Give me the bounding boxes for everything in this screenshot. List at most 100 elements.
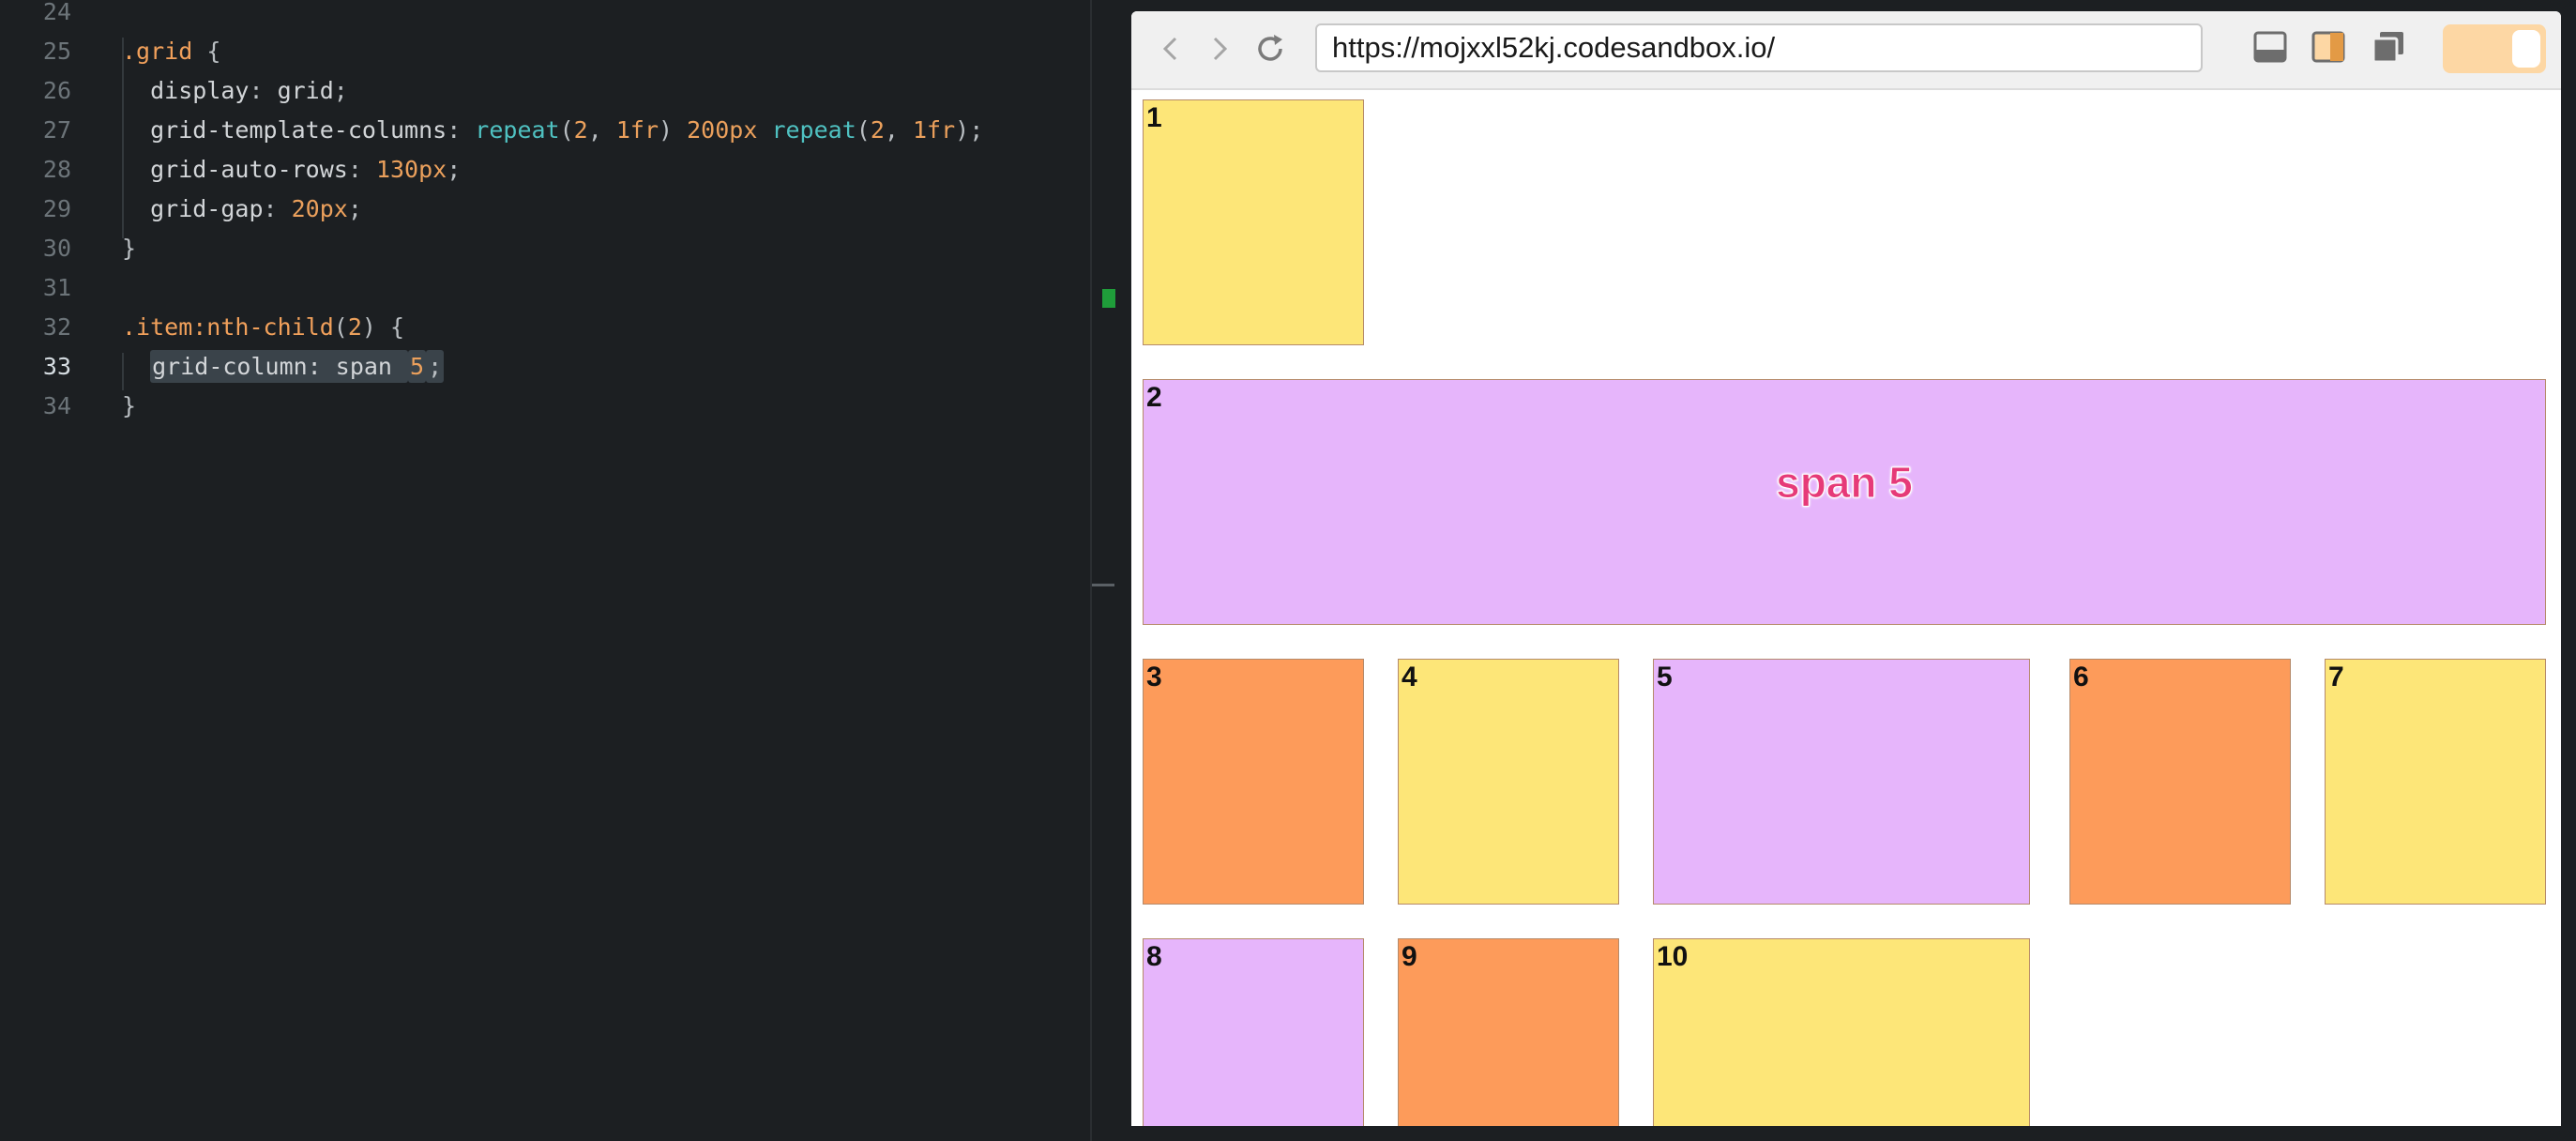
code-token: ( xyxy=(559,116,574,144)
code-token: ; xyxy=(347,195,362,222)
browser-preview: https://mojxxl52kj.codesandbox.io/ 1 2 spa… xyxy=(1131,11,2561,1126)
line-number: 30 xyxy=(42,235,71,262)
new-window-icon[interactable] xyxy=(2371,30,2405,64)
chevron-left-icon xyxy=(1162,37,1177,61)
code-line: 28 grid-auto-rows: 130px; xyxy=(0,150,1090,190)
grid-item-6: 6 xyxy=(2069,659,2291,905)
grid-item-number: 5 xyxy=(1657,662,1673,692)
grid-item-number: 1 xyxy=(1146,102,1162,133)
grid-item-number: 7 xyxy=(2328,662,2344,692)
code-token: 200px xyxy=(687,116,758,144)
toggle-knob xyxy=(2512,30,2540,68)
selected-token: grid-column: span xyxy=(150,350,409,383)
grid-item-number: 4 xyxy=(1402,662,1417,692)
code-text: } xyxy=(122,229,136,268)
grid-item-1: 1 xyxy=(1143,99,1364,345)
code-token: display xyxy=(122,77,250,104)
url-text: https://mojxxl52kj.codesandbox.io/ xyxy=(1332,31,1776,64)
code-token: 1fr xyxy=(615,116,659,144)
grid-item-8: 8 xyxy=(1143,938,1364,1126)
code-token: : xyxy=(249,77,278,104)
grid-item-number: 9 xyxy=(1402,941,1417,972)
preview-toggle[interactable] xyxy=(2443,24,2546,73)
code-text: display: grid; xyxy=(122,71,348,111)
code-token: 2 xyxy=(573,116,588,144)
chevron-right-icon xyxy=(1213,37,1228,61)
code-token: ); xyxy=(955,116,984,144)
code-token: } xyxy=(122,392,137,419)
line-number: 32 xyxy=(42,313,71,341)
code-token: : xyxy=(447,116,476,144)
grid-item-9: 9 xyxy=(1398,938,1619,1126)
code-token: 130px xyxy=(375,156,447,183)
line-number: 24 xyxy=(42,0,71,25)
code-token: 1fr xyxy=(912,116,956,144)
code-token: : xyxy=(347,156,376,183)
reload-icon xyxy=(1258,35,1282,61)
code-token: .grid xyxy=(122,38,193,65)
code-token: grid-template-columns xyxy=(122,116,447,144)
grid-item-5: 5 xyxy=(1653,659,2030,905)
change-marker xyxy=(1102,289,1115,308)
code-token: ) xyxy=(659,116,688,144)
code-token: grid xyxy=(277,77,334,104)
resize-handle[interactable] xyxy=(1092,584,1114,586)
grid-item-number: 10 xyxy=(1657,941,1689,972)
line-number: 26 xyxy=(42,77,71,104)
indent-guide xyxy=(122,353,124,390)
url-bar[interactable]: https://mojxxl52kj.codesandbox.io/ xyxy=(1315,23,2203,72)
code-token: { xyxy=(192,38,221,65)
code-line: 34} xyxy=(0,387,1090,426)
code-token: ( xyxy=(856,116,871,144)
code-token: ; xyxy=(447,156,462,183)
code-line: 29 grid-gap: 20px; xyxy=(0,190,1090,229)
code-token: : xyxy=(263,195,292,222)
grid-item-4: 4 xyxy=(1398,659,1619,905)
grid-item-2: 2 span 5 xyxy=(1143,379,2546,625)
line-number: 29 xyxy=(42,195,71,222)
grid-item-number: 2 xyxy=(1146,382,1162,413)
code-text: .grid { xyxy=(122,32,220,71)
code-line: 31 xyxy=(0,268,1090,308)
code-line: 33 grid-column: span 5; xyxy=(0,347,1090,387)
dock-bottom-icon[interactable] xyxy=(2253,30,2287,64)
code-token: grid-gap xyxy=(122,195,264,222)
line-number: 31 xyxy=(42,274,71,301)
code-line: 30} xyxy=(0,229,1090,268)
code-token: ( xyxy=(333,313,348,341)
grid-item-number: 6 xyxy=(2073,662,2089,692)
dock-side-icon[interactable] xyxy=(2311,30,2345,64)
back-button[interactable] xyxy=(1152,30,1190,68)
code-text: grid-gap: 20px; xyxy=(122,190,362,229)
code-text: } xyxy=(122,387,136,426)
code-editor[interactable]: 24 25 .grid {26 display: grid; 27 grid-temp… xyxy=(0,0,1090,1141)
code-token: repeat xyxy=(771,116,856,144)
indent-guide xyxy=(122,38,124,238)
code-token: 2 xyxy=(347,313,362,341)
code-line: 32 .item:nth-child(2) { xyxy=(0,308,1090,347)
line-number: 27 xyxy=(42,116,71,144)
grid-item-7: 7 xyxy=(2325,659,2546,905)
code-text: grid-column: span 5; xyxy=(122,347,445,387)
code-line: 25 .grid { xyxy=(0,32,1090,71)
code-token: , xyxy=(587,116,616,144)
selected-token: ; xyxy=(426,350,445,383)
browser-toolbar: https://mojxxl52kj.codesandbox.io/ xyxy=(1131,11,2561,90)
pane-divider[interactable] xyxy=(1090,0,1092,1141)
code-token: repeat xyxy=(475,116,560,144)
code-line: 27 grid-template-columns: repeat(2, 1fr)… xyxy=(0,111,1090,150)
code-token: , xyxy=(884,116,913,144)
span-label: span 5 xyxy=(1776,458,1914,508)
selected-token: 5 xyxy=(408,350,427,383)
code-text: grid-auto-rows: 130px; xyxy=(122,150,461,190)
code-token: grid-auto-rows xyxy=(122,156,348,183)
code-token: } xyxy=(122,235,137,262)
code-line: 26 display: grid; xyxy=(0,71,1090,111)
reload-button[interactable] xyxy=(1251,30,1289,68)
line-number: 28 xyxy=(42,156,71,183)
code-token: 2 xyxy=(870,116,885,144)
forward-button[interactable] xyxy=(1201,30,1238,68)
grid-item-3: 3 xyxy=(1143,659,1364,905)
page-viewport: 1 2 span 5 3 4 5 6 7 8 9 10 xyxy=(1131,90,2561,1126)
